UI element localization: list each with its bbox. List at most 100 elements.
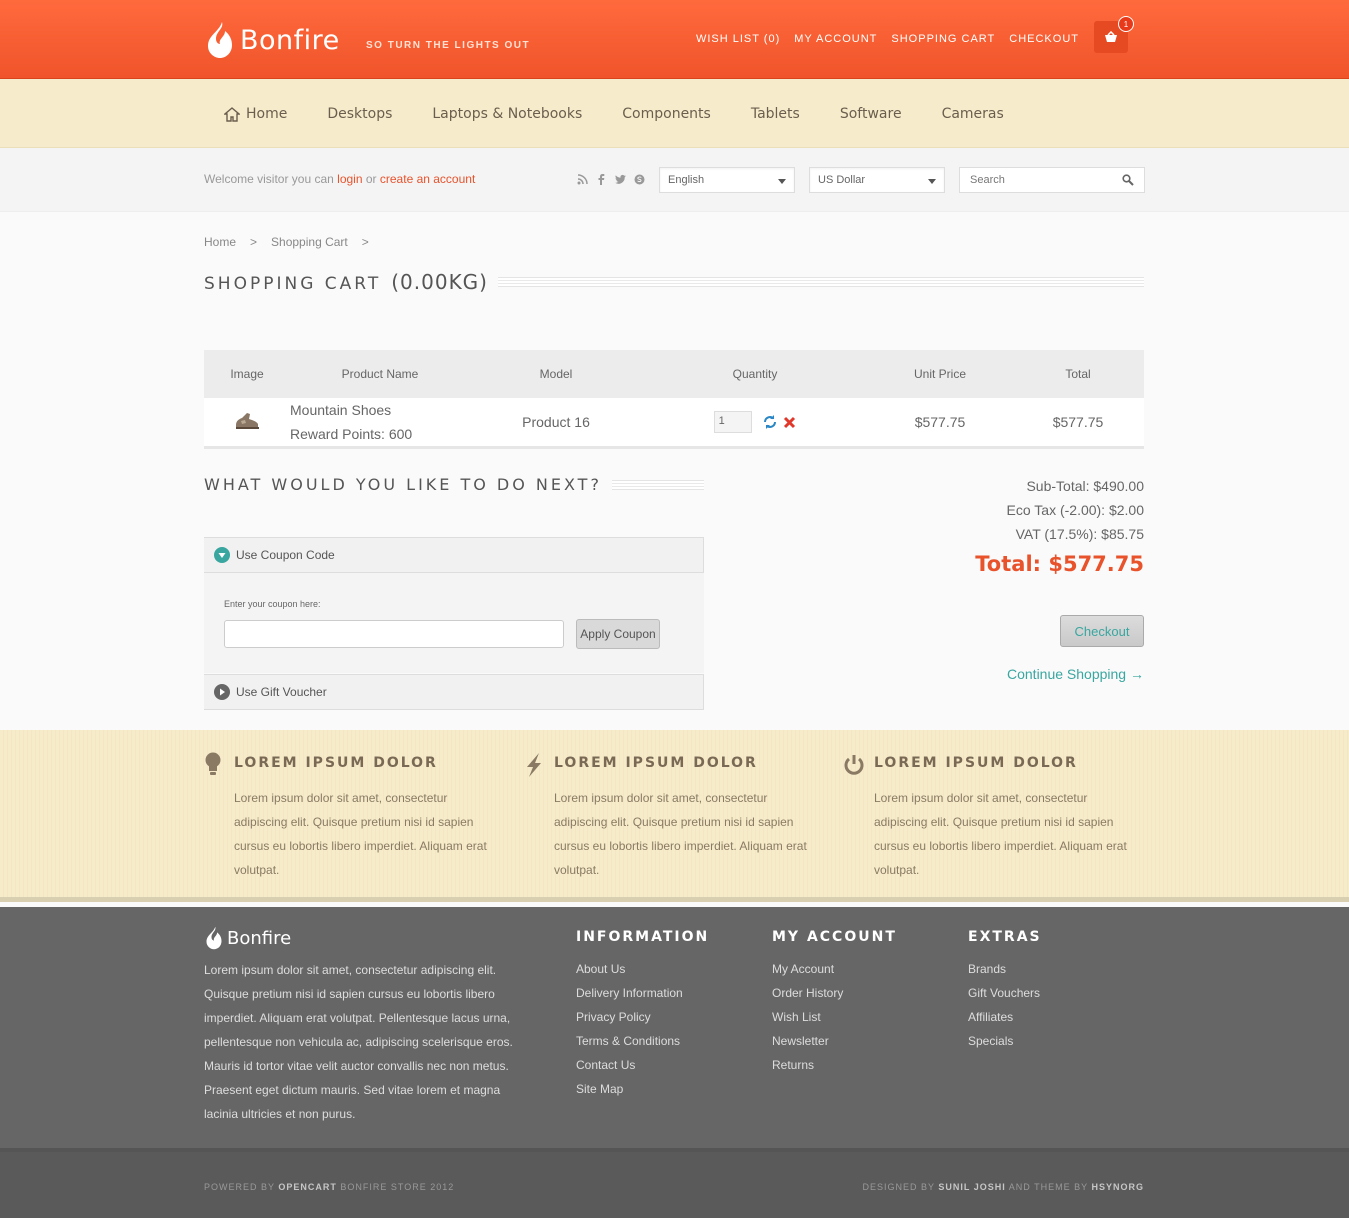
- search-icon[interactable]: [1122, 174, 1134, 186]
- logo-text: Bonfire: [240, 24, 340, 56]
- nav-item-software[interactable]: Software: [840, 106, 902, 122]
- breadcrumb-home[interactable]: Home: [204, 235, 236, 249]
- coupon-input[interactable]: [224, 620, 564, 648]
- column-header: Unit Price: [868, 350, 1012, 398]
- footer-link[interactable]: Wish List: [772, 1005, 897, 1029]
- designer-link[interactable]: SUNIL JOSHI: [938, 1182, 1005, 1192]
- facebook-icon[interactable]: [596, 174, 607, 185]
- theme-author-link[interactable]: HSYNORG: [1091, 1182, 1144, 1192]
- total-cell: $577.75: [1012, 398, 1144, 449]
- coupon-accordion-label: Use Coupon Code: [236, 548, 335, 562]
- footer-bottom-bar: POWERED BY OPENCART BONFIRE STORE 2012 D…: [0, 1148, 1349, 1218]
- subtotal: Sub-Total: $490.00: [1026, 478, 1144, 494]
- coupon-label: Enter your coupon here:: [224, 599, 321, 609]
- site-header: Bonfire SO TURN THE LIGHTS OUT WISH LIST…: [0, 0, 1349, 79]
- title-rule: [611, 479, 704, 490]
- table-header-row: Image Product Name Model Quantity Unit P…: [204, 350, 1144, 398]
- twitter-icon[interactable]: [615, 174, 626, 185]
- footer-link[interactable]: Order History: [772, 981, 897, 1005]
- column-header: Product Name: [290, 350, 470, 398]
- powered-suffix: BONFIRE STORE 2012: [340, 1182, 455, 1192]
- footer-column-information: INFORMATION About Us Delivery Informatio…: [576, 929, 709, 1101]
- login-link[interactable]: login: [337, 172, 362, 186]
- footer-logo-text: Bonfire: [227, 927, 292, 949]
- coupon-accordion-header[interactable]: Use Coupon Code: [204, 537, 704, 573]
- currency-select[interactable]: US Dollar: [809, 167, 945, 193]
- next-steps-title: WHAT WOULD YOU LIKE TO DO NEXT?: [204, 475, 602, 494]
- footer-link[interactable]: Gift Vouchers: [968, 981, 1042, 1005]
- footer-link[interactable]: Delivery Information: [576, 981, 709, 1005]
- create-account-link[interactable]: create an account: [380, 172, 475, 186]
- language-select[interactable]: English: [659, 167, 795, 193]
- quantity-input[interactable]: 1: [713, 411, 752, 433]
- table-row: Mountain Shoes Reward Points: 600 Produc…: [204, 398, 1144, 449]
- unit-price-cell: $577.75: [868, 398, 1012, 449]
- nav-item-home[interactable]: Home: [224, 106, 287, 122]
- checkout-link[interactable]: CHECKOUT: [1009, 33, 1079, 45]
- apply-coupon-button[interactable]: Apply Coupon: [576, 619, 660, 649]
- footer-link[interactable]: About Us: [576, 957, 709, 981]
- breadcrumb-separator: >: [361, 235, 369, 249]
- nav-item-desktops[interactable]: Desktops: [327, 106, 392, 122]
- lightbulb-icon: [205, 752, 221, 775]
- cart-weight: (0.00KG): [391, 270, 488, 294]
- footer-link[interactable]: My Account: [772, 957, 897, 981]
- column-header: Image: [204, 350, 290, 398]
- nav-item-tablets[interactable]: Tablets: [751, 106, 800, 122]
- voucher-accordion-label: Use Gift Voucher: [236, 685, 327, 699]
- feature-text: Lorem ipsum dolor sit amet, consectetur …: [554, 791, 807, 877]
- expanded-arrow-icon: [214, 547, 230, 563]
- nav-label: Home: [246, 106, 288, 122]
- feature-text: Lorem ipsum dolor sit amet, consectetur …: [234, 791, 487, 877]
- nav-item-components[interactable]: Components: [622, 106, 711, 122]
- welcome-or: or: [365, 172, 377, 186]
- language-value: English: [668, 174, 705, 186]
- footer-link[interactable]: Newsletter: [772, 1029, 897, 1053]
- breadcrumb-cart[interactable]: Shopping Cart: [271, 235, 348, 249]
- social-links: [577, 174, 645, 185]
- product-thumbnail[interactable]: [233, 411, 261, 431]
- footer-link[interactable]: Site Map: [576, 1077, 709, 1101]
- feature-title: LOREM IPSUM DOLOR: [874, 755, 1078, 771]
- product-name-link[interactable]: Mountain Shoes: [290, 398, 470, 422]
- footer-about: Lorem ipsum dolor sit amet, consectetur …: [204, 963, 513, 1121]
- skype-icon[interactable]: [634, 174, 645, 185]
- flame-icon: [206, 926, 222, 950]
- footer-link[interactable]: Returns: [772, 1053, 897, 1077]
- nav-item-laptops[interactable]: Laptops & Notebooks: [432, 106, 582, 122]
- cart-totals: Sub-Total: $490.00 Eco Tax (-2.00): $2.0…: [1007, 474, 1144, 546]
- continue-shopping-link[interactable]: Continue Shopping →: [1007, 666, 1144, 682]
- voucher-accordion-header[interactable]: Use Gift Voucher: [204, 674, 704, 710]
- footer-logo[interactable]: Bonfire: [204, 925, 291, 951]
- theme-mid: AND THEME BY: [1008, 1182, 1088, 1192]
- feature-title: LOREM IPSUM DOLOR: [234, 755, 438, 771]
- flame-icon: [208, 22, 232, 58]
- footer-link[interactable]: Terms & Conditions: [576, 1029, 709, 1053]
- footer-link[interactable]: Affiliates: [968, 1005, 1042, 1029]
- footer-link[interactable]: Brands: [968, 957, 1042, 981]
- my-account-link[interactable]: MY ACCOUNT: [794, 33, 877, 45]
- nav-item-cameras[interactable]: Cameras: [942, 106, 1004, 122]
- designed-prefix: DESIGNED BY: [862, 1182, 935, 1192]
- feature-text: Lorem ipsum dolor sit amet, consectetur …: [874, 791, 1127, 877]
- footer-link[interactable]: Privacy Policy: [576, 1005, 709, 1029]
- search-input[interactable]: Search: [959, 167, 1145, 193]
- next-steps-title-row: WHAT WOULD YOU LIKE TO DO NEXT?: [204, 475, 704, 494]
- refresh-icon[interactable]: [762, 415, 778, 429]
- wishlist-link[interactable]: WISH LIST (0): [696, 33, 780, 45]
- rss-icon[interactable]: [577, 174, 588, 185]
- footer-link[interactable]: Contact Us: [576, 1053, 709, 1077]
- remove-icon[interactable]: [783, 416, 796, 429]
- logo[interactable]: Bonfire: [204, 20, 340, 60]
- breadcrumb-separator: >: [250, 235, 258, 249]
- opencart-link[interactable]: OPENCART: [278, 1182, 337, 1192]
- shopping-cart-link[interactable]: SHOPPING CART: [891, 33, 995, 45]
- welcome-text: Welcome visitor you can login or create …: [204, 172, 475, 186]
- chevron-down-icon: [928, 179, 936, 184]
- product-image-cell: [204, 398, 290, 449]
- checkout-button[interactable]: Checkout: [1060, 615, 1144, 647]
- footer-link[interactable]: Specials: [968, 1029, 1042, 1053]
- vat: VAT (17.5%): $85.75: [1015, 526, 1144, 542]
- lightning-icon: [527, 753, 541, 777]
- search-placeholder: Search: [970, 174, 1005, 186]
